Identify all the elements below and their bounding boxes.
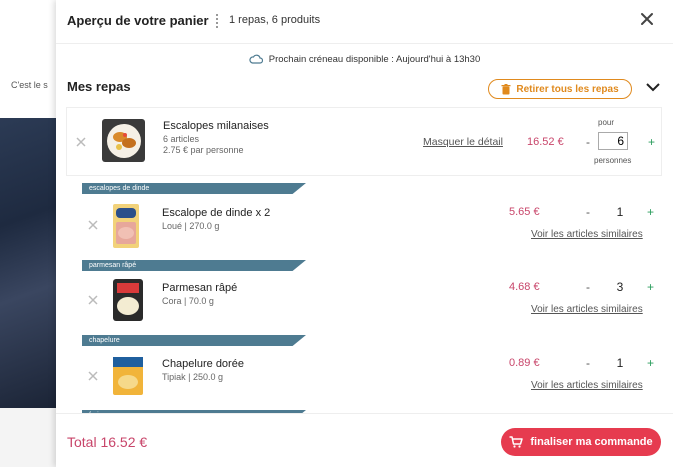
remove-item-icon[interactable]	[88, 295, 98, 305]
product-name: Escalope de dinde x 2	[162, 207, 271, 219]
decrease-persons-button[interactable]: -	[586, 135, 590, 149]
product-image	[111, 355, 145, 397]
category-ribbon: parmesan râpé	[82, 260, 306, 271]
similar-items-link[interactable]: Voir les articles similaires	[531, 380, 643, 391]
product-name: Chapelure dorée	[162, 358, 244, 370]
recipe-card: Escalopes milanaises 6 articles 2.75 € p…	[66, 107, 662, 176]
checkout-button[interactable]: finaliser ma commande	[501, 428, 661, 456]
chevron-down-icon[interactable]	[646, 82, 660, 92]
cart-icon	[509, 436, 524, 448]
decrease-quantity-button[interactable]: -	[586, 280, 590, 294]
category-ribbon: chapelure	[82, 335, 306, 346]
background-footer	[0, 408, 56, 467]
checkout-label: finaliser ma commande	[530, 436, 653, 448]
recipe-articles: 6 articles	[163, 134, 200, 144]
header-separator	[216, 14, 218, 28]
trash-icon	[501, 83, 511, 94]
background-header: C'est le s	[0, 0, 56, 118]
persons-label: personnes	[594, 156, 632, 165]
increase-quantity-button[interactable]: +	[647, 280, 654, 294]
product-quantity: 1	[616, 205, 624, 219]
category-ribbon: escalopes de dinde	[82, 183, 306, 194]
product-name: Parmesan râpé	[162, 282, 238, 294]
background-photo	[0, 118, 56, 408]
recipe-image	[102, 119, 145, 162]
recipe-name: Escalopes milanaises	[163, 120, 269, 132]
background-text: C'est le s	[11, 80, 48, 90]
decrease-quantity-button[interactable]: -	[586, 205, 590, 219]
background-page: C'est le s	[0, 0, 56, 467]
product-image	[111, 279, 145, 321]
product-quantity: 1	[616, 356, 624, 370]
similar-items-link[interactable]: Voir les articles similaires	[531, 304, 643, 315]
cart-drawer: Aperçu de votre panier 1 repas, 6 produi…	[56, 0, 673, 467]
hide-detail-link[interactable]: Masquer le détail	[423, 136, 503, 148]
product-image	[111, 204, 141, 248]
product-quantity: 3	[616, 280, 624, 294]
persons-quantity-input[interactable]	[598, 132, 628, 150]
decrease-quantity-button[interactable]: -	[586, 356, 590, 370]
delivery-slot-text: Prochain créneau disponible : Aujourd'hu…	[268, 54, 481, 65]
section-title: Mes repas	[67, 79, 131, 94]
recipe-price: 16.52 €	[527, 136, 564, 148]
cart-total: Total 16.52 €	[67, 434, 148, 450]
remove-all-meals-button[interactable]: Retirer tous les repas	[488, 79, 632, 99]
product-brand: Loué | 270.0 g	[162, 221, 220, 231]
list-item: Escalope de dinde x 2 Loué | 270.0 g 5.6…	[82, 198, 662, 262]
product-price: 5.65 €	[509, 206, 540, 218]
product-price: 0.89 €	[509, 357, 540, 369]
remove-all-label: Retirer tous les repas	[516, 83, 619, 95]
remove-item-icon[interactable]	[88, 371, 98, 381]
remove-recipe-icon[interactable]	[76, 137, 86, 147]
product-brand: Cora | 70.0 g	[162, 296, 214, 306]
close-icon[interactable]	[639, 11, 655, 27]
cart-summary: 1 repas, 6 produits	[229, 14, 321, 26]
product-price: 4.68 €	[509, 281, 540, 293]
delivery-slot: Prochain créneau disponible : Aujourd'hu…	[56, 54, 673, 65]
cart-header: Aperçu de votre panier 1 repas, 6 produi…	[56, 0, 673, 44]
cart-title: Aperçu de votre panier	[67, 13, 209, 28]
cloud-icon	[249, 54, 263, 64]
persons-for-label: pour	[598, 118, 615, 127]
cart-footer: Total 16.52 € finaliser ma commande	[56, 413, 673, 467]
increase-quantity-button[interactable]: +	[647, 205, 654, 219]
list-item: Chapelure dorée Tipiak | 250.0 g 0.89 € …	[82, 349, 662, 413]
list-item: Parmesan râpé Cora | 70.0 g 4.68 € - 3 +…	[82, 273, 662, 337]
increase-quantity-button[interactable]: +	[647, 356, 654, 370]
increase-persons-button[interactable]: +	[648, 135, 655, 149]
product-brand: Tipiak | 250.0 g	[162, 372, 224, 382]
remove-item-icon[interactable]	[88, 220, 98, 230]
recipe-price-per-person: 2.75 € par personne	[163, 145, 244, 155]
similar-items-link[interactable]: Voir les articles similaires	[531, 229, 643, 240]
